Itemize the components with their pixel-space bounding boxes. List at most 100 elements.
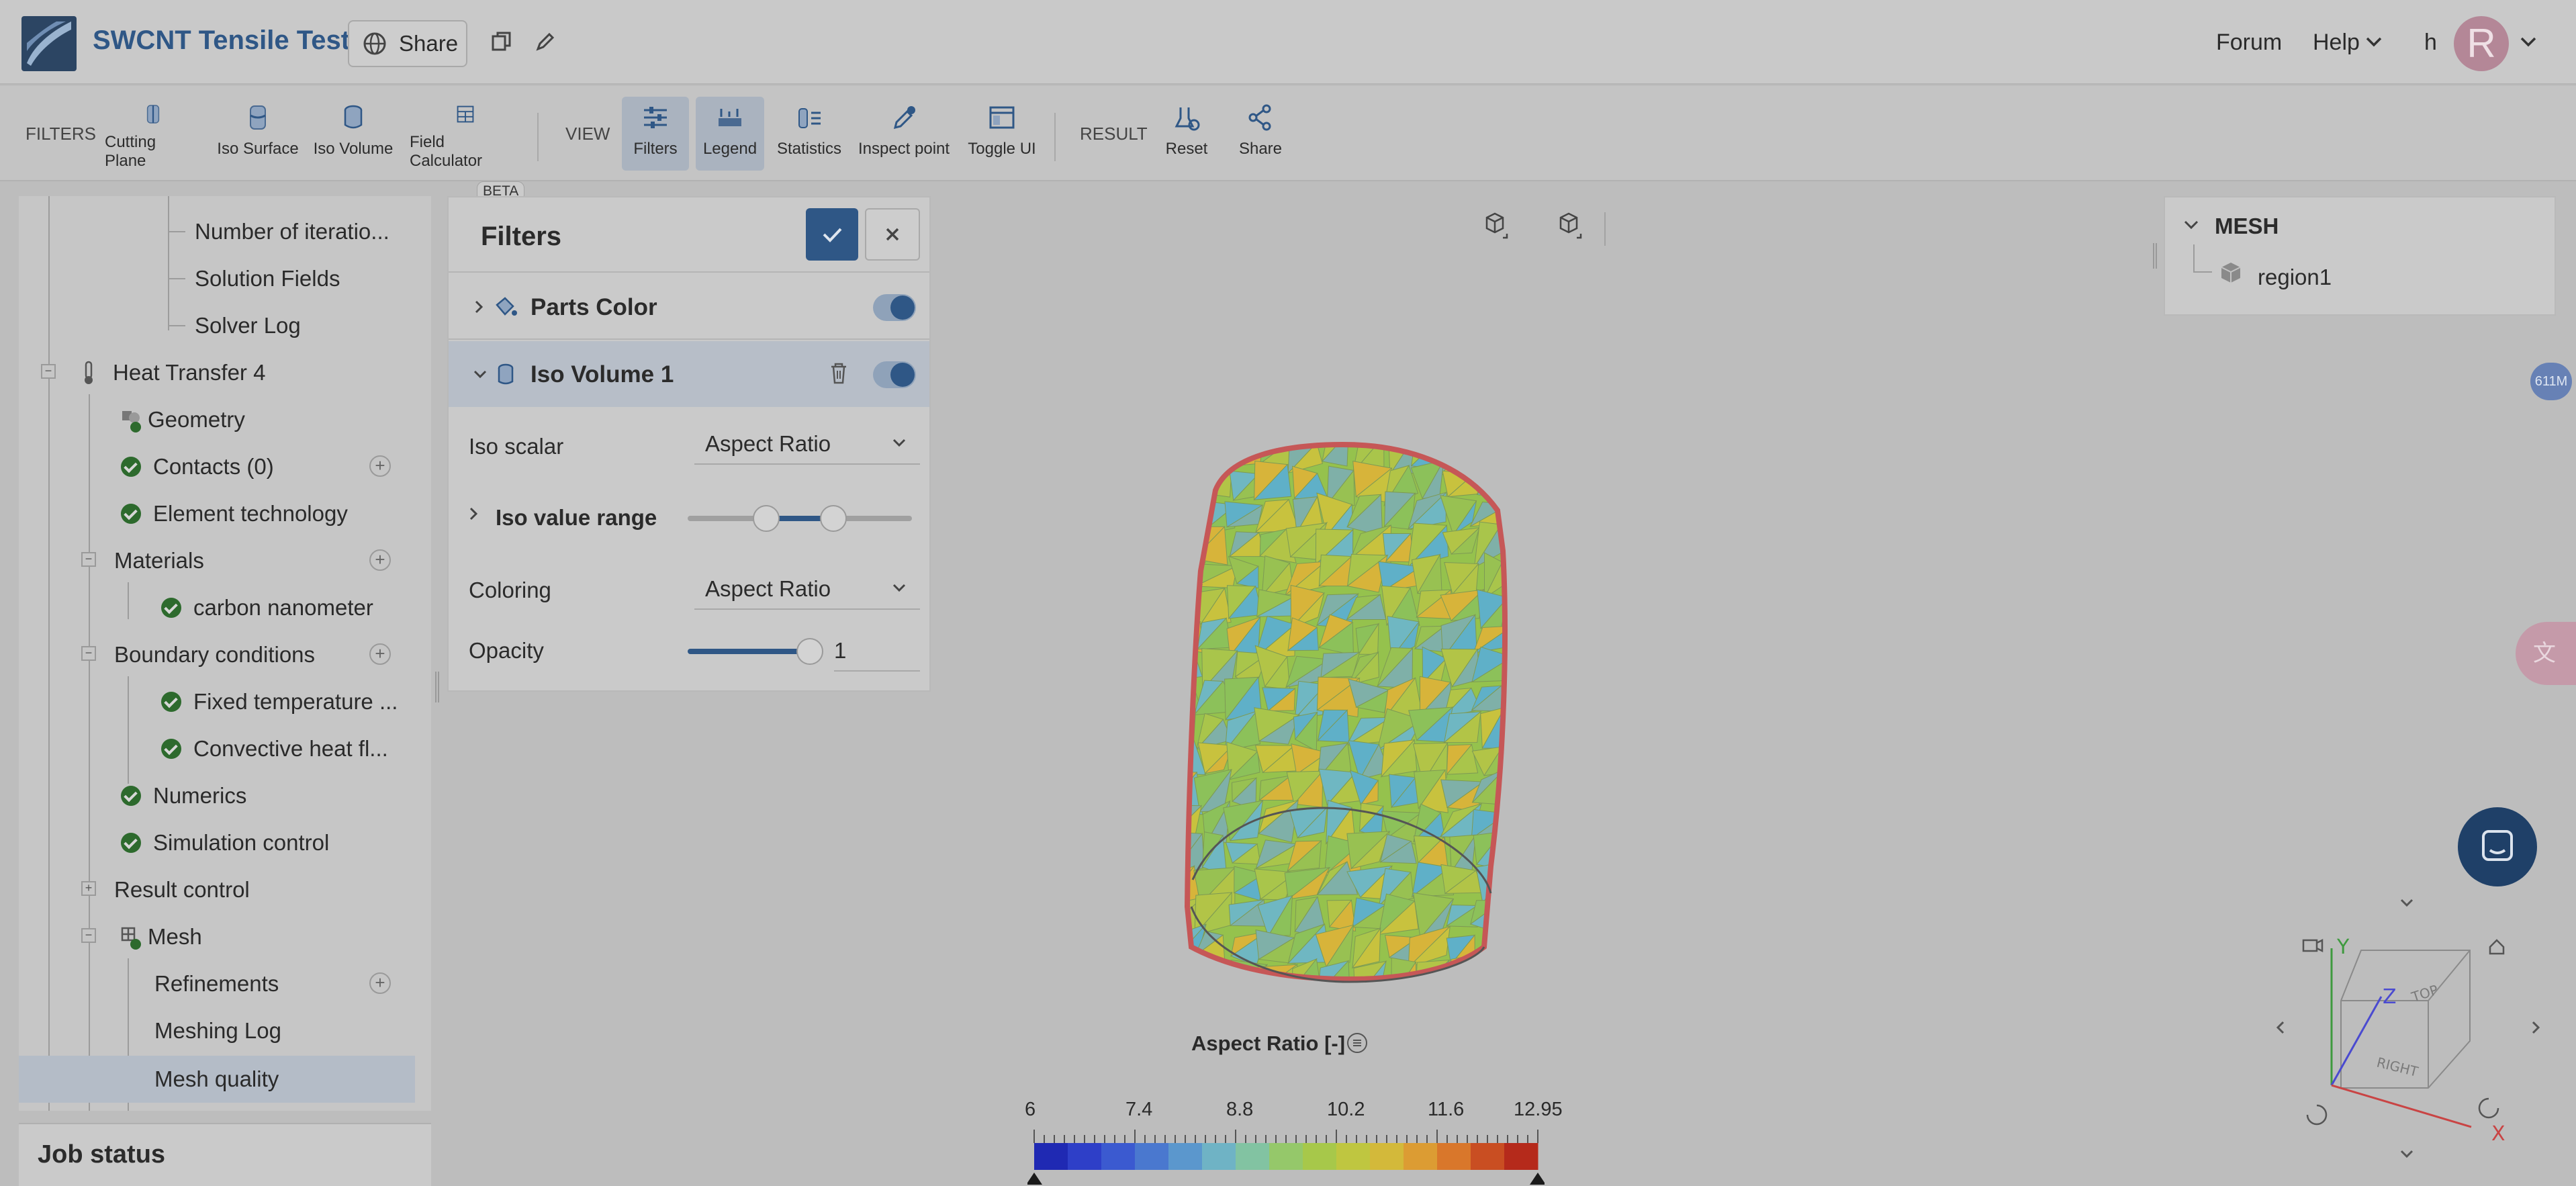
fit-view-icon[interactable]: [1485, 212, 1508, 239]
chevron-down-icon[interactable]: [2520, 36, 2537, 48]
collapse-toggle[interactable]: −: [41, 364, 56, 379]
mesh-element: [1473, 964, 1505, 979]
mesh-element: [1187, 525, 1200, 567]
share-icon: [1248, 104, 1271, 131]
share-result-button[interactable]: Share: [1230, 97, 1291, 171]
view-toolbar: [1485, 212, 1606, 246]
collapse-toggle[interactable]: −: [81, 552, 96, 567]
mesh-element: [1473, 964, 1505, 979]
mesh-element: [1501, 927, 1505, 969]
orientation-cube[interactable]: TOP RIGHT Y Z X: [2270, 886, 2552, 1186]
legend-toggle-button[interactable]: Legend: [696, 97, 764, 171]
mesh-element: [1513, 906, 1518, 925]
tree-item-mesh-quality[interactable]: Mesh quality: [19, 1056, 415, 1103]
tree-connector: [48, 196, 50, 1111]
cube-face-top: TOP: [2409, 982, 2440, 1006]
tree-item-boundary-conditions[interactable]: Boundary conditions: [114, 631, 315, 678]
statistics-label: Statistics: [776, 140, 842, 158]
mesh-element: [1502, 811, 1505, 846]
projection-icon[interactable]: [1559, 212, 1582, 239]
colorbar-segment: [1168, 1143, 1203, 1170]
forum-link[interactable]: Forum: [2216, 30, 2282, 56]
expand-toggle[interactable]: +: [81, 881, 96, 896]
tree-item-number-of-iterations[interactable]: Number of iteratio...: [195, 208, 389, 255]
cutting-plane-button[interactable]: Cutting Plane: [105, 97, 201, 171]
avatar[interactable]: R: [2454, 16, 2509, 71]
mesh-element: [1506, 653, 1518, 688]
tree-item-result-control[interactable]: Result control: [114, 866, 250, 913]
filters-toggle-button[interactable]: Filters: [622, 97, 689, 171]
mesh-model[interactable]: [1168, 437, 1518, 987]
tree-item-meshing-log[interactable]: Meshing Log: [154, 1007, 281, 1054]
colorbar-segment: [1303, 1143, 1337, 1170]
edit-icon[interactable]: [535, 31, 556, 52]
colorbar-range-marker[interactable]: [1027, 1173, 1042, 1185]
collapse-toggle[interactable]: −: [81, 646, 96, 661]
colorbar: [1027, 1130, 1545, 1185]
tree-item-solution-fields[interactable]: Solution Fields: [195, 255, 340, 302]
app-logo[interactable]: [21, 16, 77, 71]
chevron-down-icon[interactable]: [2182, 219, 2200, 231]
colorbar-segment: [1336, 1143, 1371, 1170]
iso-volume-label: Iso Volume: [313, 140, 394, 158]
mesh-element: [1502, 445, 1505, 461]
panel-resize-handle[interactable]: [2153, 243, 2157, 269]
tree-item-mesh[interactable]: Mesh: [120, 913, 202, 960]
tree-item-solver-log[interactable]: Solver Log: [195, 302, 301, 349]
help-menu[interactable]: Help: [2313, 30, 2360, 56]
add-material-button[interactable]: +: [369, 549, 391, 571]
tree-item-contacts[interactable]: Contacts (0): [121, 443, 274, 490]
tree-item-element-technology[interactable]: Element technology: [121, 490, 348, 537]
translate-button[interactable]: 文: [2516, 622, 2576, 685]
project-title[interactable]: SWCNT Tensile Test: [93, 26, 350, 56]
share-label: Share: [399, 31, 459, 56]
thermometer-icon: [85, 361, 93, 384]
svg-text:文: 文: [2533, 640, 2556, 667]
tree-item-convective-heat-flux[interactable]: Convective heat fl...: [161, 725, 388, 772]
tree-connector: [2193, 244, 2195, 271]
mesh-region-item[interactable]: region1: [2258, 265, 2332, 290]
job-status-header[interactable]: Job status: [19, 1123, 431, 1186]
rotate-right-icon: [2532, 1021, 2540, 1034]
reset-button[interactable]: Reset: [1156, 97, 1217, 171]
legend-icon: [719, 109, 741, 126]
collapse-toggle[interactable]: −: [81, 928, 96, 943]
tree-item-simulation-control[interactable]: Simulation control: [121, 819, 329, 866]
tree-item-heat-transfer[interactable]: Heat Transfer 4: [81, 349, 265, 396]
tree-item-refinements[interactable]: Refinements: [154, 960, 279, 1007]
add-refinement-button[interactable]: +: [369, 972, 391, 994]
statistics-button[interactable]: Statistics: [772, 97, 846, 171]
iso-volume-button[interactable]: Iso Volume: [312, 97, 395, 171]
globe-icon: [363, 32, 386, 55]
tree-item-materials[interactable]: Materials: [114, 537, 204, 584]
add-boundary-condition-button[interactable]: +: [369, 643, 391, 665]
tree-item-fixed-temperature[interactable]: Fixed temperature ...: [161, 678, 398, 725]
check-icon: [121, 786, 141, 806]
colorbar-options-icon[interactable]: [1346, 1032, 1369, 1054]
add-contact-button[interactable]: +: [369, 455, 391, 477]
mesh-panel: MESH region1: [2164, 196, 2556, 316]
mesh-element: [1504, 956, 1505, 979]
colorbar-segment: [1068, 1143, 1102, 1170]
tree-item-geometry[interactable]: Geometry: [120, 396, 245, 443]
inspect-point-button[interactable]: Inspect point: [857, 97, 951, 171]
toggle-ui-button[interactable]: Toggle UI: [966, 97, 1038, 171]
share-button[interactable]: Share: [348, 20, 467, 67]
panel-resize-handle[interactable]: [435, 672, 439, 702]
mesh-element: [1502, 957, 1505, 979]
user-initial[interactable]: h: [2424, 30, 2437, 56]
tree-item-carbon-nanometer[interactable]: carbon nanometer: [161, 584, 373, 631]
copy-icon[interactable]: [492, 31, 512, 52]
tree-item-numerics[interactable]: Numerics: [121, 772, 246, 819]
chat-button[interactable]: [2458, 807, 2537, 886]
colorbar-tick-label: 11.6: [1428, 1099, 1465, 1120]
chevron-down-icon[interactable]: [2365, 36, 2383, 48]
iso-surface-button[interactable]: Iso Surface: [214, 97, 302, 171]
group-label-view: VIEW: [565, 124, 610, 144]
field-calculator-button[interactable]: Field Calculator: [410, 97, 521, 171]
home-icon: [2489, 939, 2505, 955]
share-result-label: Share: [1238, 140, 1283, 158]
sliders-icon: [644, 107, 667, 128]
colorbar-range-marker[interactable]: [1530, 1173, 1545, 1185]
mesh-element: [1510, 685, 1518, 715]
